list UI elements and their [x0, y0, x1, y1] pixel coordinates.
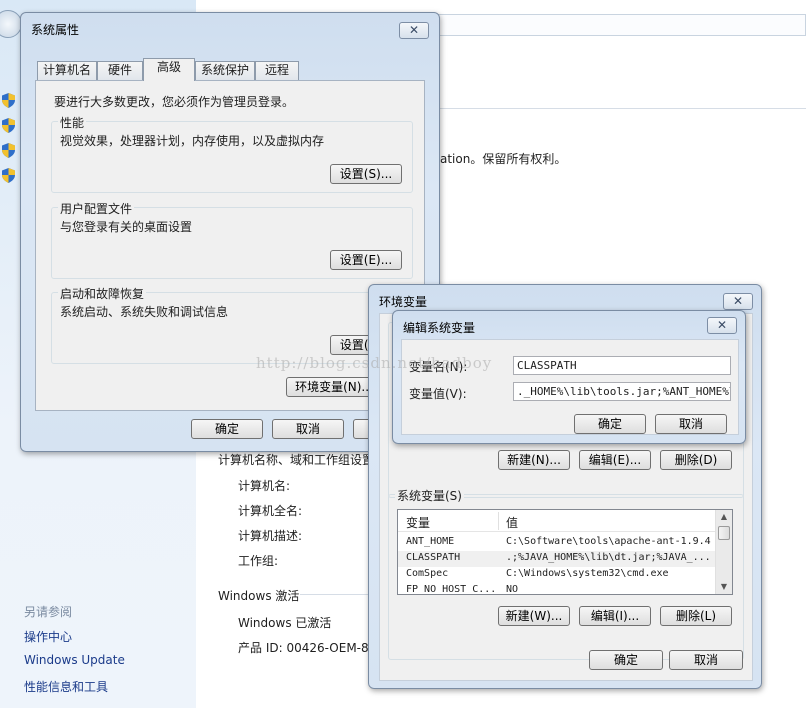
windows-update-link[interactable]: Windows Update	[24, 653, 125, 667]
startup-recovery-group: 启动和故障恢复 系统启动、系统失败和调试信息 设置(T)...	[51, 285, 413, 364]
computer-description-label: 计算机描述:	[238, 529, 303, 543]
cancel-button[interactable]: 取消	[655, 414, 727, 434]
uac-shield-icon	[2, 93, 15, 108]
scroll-thumb[interactable]	[718, 526, 730, 540]
admin-notice: 要进行大多数更改，您必须作为管理员登录。	[54, 95, 295, 109]
system-new-button[interactable]: 新建(W)...	[498, 606, 570, 626]
computer-fullname-label: 计算机全名:	[238, 504, 303, 518]
variable-name: ANT_HOME	[406, 536, 455, 547]
table-row[interactable]: FP_NO_HOST_C... NO	[398, 583, 716, 595]
uac-shield-icon	[2, 143, 15, 158]
scroll-up-icon[interactable]: ▲	[716, 510, 732, 524]
variable-name: ComSpec	[406, 568, 449, 579]
activation-status: Windows 已激活	[238, 616, 332, 630]
variable-name-field[interactable]: CLASSPATH	[513, 356, 731, 375]
user-profiles-settings-button[interactable]: 设置(E)...	[330, 250, 402, 270]
vertical-scrollbar[interactable]: ▲ ▼	[715, 510, 732, 594]
close-icon[interactable]: ✕	[399, 22, 429, 39]
user-profiles-description: 与您登录有关的桌面设置	[60, 220, 193, 234]
variable-name: CLASSPATH	[406, 552, 461, 563]
variable-name: FP_NO_HOST_C...	[406, 584, 497, 595]
column-variable[interactable]: 变量	[406, 514, 430, 531]
variable-value-label: 变量值(V):	[409, 387, 467, 401]
table-row[interactable]: ANT_HOME C:\Software\tools\apache-ant-1.…	[398, 535, 716, 551]
system-variables-list[interactable]: 变量 值 ANT_HOME C:\Software\tools\apache-a…	[397, 509, 733, 595]
variable-value: .;%JAVA_HOME%\lib\dt.jar;%JAVA_...	[506, 552, 711, 563]
table-row[interactable]: ComSpec C:\Windows\system32\cmd.exe	[398, 567, 716, 583]
tab-advanced[interactable]: 高级	[143, 58, 195, 81]
column-value[interactable]: 值	[506, 514, 518, 531]
user-delete-button[interactable]: 删除(D)	[660, 450, 732, 470]
system-delete-button[interactable]: 删除(L)	[660, 606, 732, 626]
divider	[300, 594, 370, 595]
activation-header: Windows 激活	[218, 589, 300, 603]
variable-name-label: 变量名(N):	[409, 360, 468, 374]
ok-button[interactable]: 确定	[191, 419, 263, 439]
computer-section-header: 计算机名称、域和工作组设置	[218, 453, 375, 467]
ok-button[interactable]: 确定	[574, 414, 646, 434]
variable-value: NO	[506, 584, 519, 595]
action-center-link[interactable]: 操作中心	[24, 628, 72, 645]
performance-group: 性能 视觉效果，处理器计划，内存使用，以及虚拟内存 设置(S)...	[51, 114, 413, 193]
workgroup-label: 工作组:	[238, 554, 279, 568]
uac-shield-icon	[2, 168, 15, 183]
performance-label: 性能	[58, 114, 87, 131]
list-header: 变量 值	[398, 510, 732, 532]
user-new-button[interactable]: 新建(N)...	[498, 450, 570, 470]
uac-shield-icon	[2, 118, 15, 133]
computer-name-label: 计算机名:	[238, 479, 291, 493]
system-edit-button[interactable]: 编辑(I)...	[579, 606, 651, 626]
performance-description: 视觉效果，处理器计划，内存使用，以及虚拟内存	[60, 134, 325, 148]
variable-value-field[interactable]: ._HOME%\lib\tools.jar;%ANT_HOME%\lib	[513, 382, 731, 401]
system-variables-label: 系统变量(S)	[395, 487, 464, 504]
advanced-tab-panel: 要进行大多数更改，您必须作为管理员登录。 性能 视觉效果，处理器计划，内存使用，…	[35, 80, 425, 411]
close-icon[interactable]: ✕	[707, 317, 737, 334]
edit-variable-panel: 变量名(N): CLASSPATH 变量值(V): ._HOME%\lib\to…	[401, 339, 739, 435]
startup-recovery-description: 系统启动、系统失败和调试信息	[60, 305, 229, 319]
cancel-button[interactable]: 取消	[669, 650, 743, 670]
cancel-button[interactable]: 取消	[272, 419, 344, 439]
close-icon[interactable]: ✕	[723, 293, 753, 310]
variable-value: C:\Windows\system32\cmd.exe	[506, 568, 669, 579]
edit-system-variable-dialog: 编辑系统变量 ✕ 变量名(N): CLASSPATH 变量值(V): ._HOM…	[392, 310, 746, 444]
tab-hardware[interactable]: 硬件	[97, 61, 143, 80]
table-row[interactable]: CLASSPATH .;%JAVA_HOME%\lib\dt.jar;%JAVA…	[398, 551, 716, 567]
dialog-title: 系统属性	[31, 23, 80, 37]
tab-system-protection[interactable]: 系统保护	[195, 61, 255, 80]
user-edit-button[interactable]: 编辑(E)...	[579, 450, 651, 470]
product-id: 产品 ID: 00426-OEM-8	[238, 641, 369, 655]
see-also-label: 另请参阅	[24, 605, 73, 619]
ok-button[interactable]: 确定	[589, 650, 663, 670]
tab-remote[interactable]: 远程	[255, 61, 299, 80]
dialog-title: 编辑系统变量	[403, 321, 476, 335]
column-separator[interactable]	[498, 512, 499, 530]
scroll-down-icon[interactable]: ▼	[716, 580, 732, 594]
startup-recovery-label: 启动和故障恢复	[58, 285, 147, 302]
performance-settings-button[interactable]: 设置(S)...	[330, 164, 402, 184]
copyright-text: ation。保留所有权利。	[440, 152, 567, 166]
user-profiles-group: 用户配置文件 与您登录有关的桌面设置 设置(E)...	[51, 200, 413, 279]
user-profiles-label: 用户配置文件	[58, 200, 135, 217]
tab-computer-name[interactable]: 计算机名	[37, 61, 97, 80]
dialog-title: 环境变量	[379, 295, 428, 309]
performance-tools-link[interactable]: 性能信息和工具	[24, 678, 108, 695]
variable-value: C:\Software\tools\apache-ant-1.9.4	[506, 536, 711, 547]
